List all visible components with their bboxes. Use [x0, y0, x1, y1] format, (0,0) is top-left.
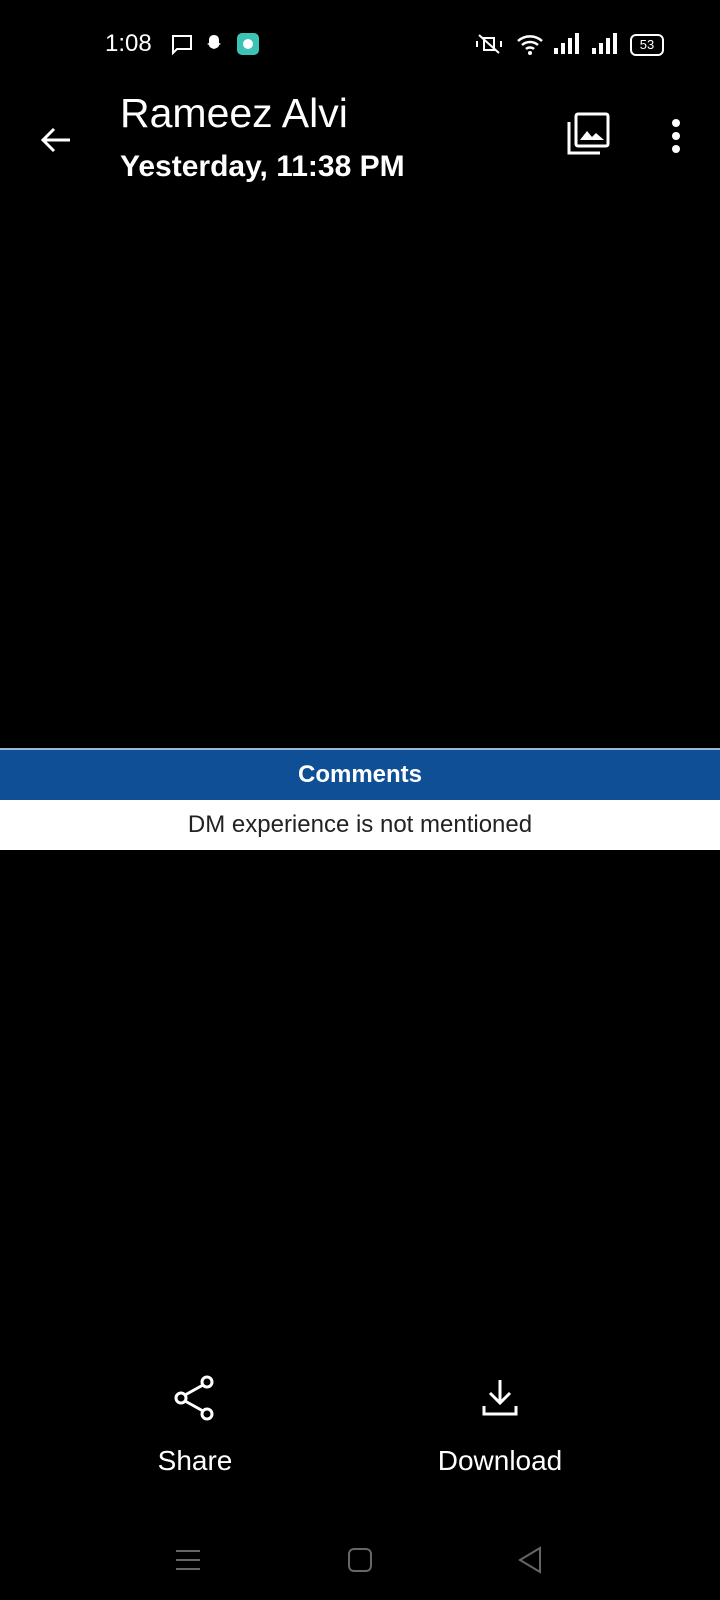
status-bar: 1:08 53 — [0, 0, 720, 90]
gallery-icon — [567, 112, 610, 155]
signal-icon — [592, 33, 617, 54]
bottom-actions: Share Download — [0, 1360, 720, 1500]
menu-icon[interactable] — [170, 1542, 206, 1578]
back-button[interactable] — [32, 116, 80, 164]
wifi-icon — [517, 35, 543, 55]
back-triangle-icon[interactable] — [512, 1542, 548, 1578]
share-label: Share — [157, 1445, 233, 1476]
share-button[interactable]: Share — [95, 1360, 295, 1477]
contact-name: Rameez Alvi — [120, 90, 348, 136]
system-nav-bar — [0, 1520, 720, 1600]
message-icon — [172, 35, 192, 56]
gallery-button[interactable] — [566, 112, 614, 160]
more-options-button[interactable] — [652, 112, 700, 160]
app-icon — [237, 33, 259, 55]
download-icon — [482, 1380, 518, 1416]
table-header: Comments — [0, 748, 720, 800]
arrow-back-icon — [40, 127, 70, 153]
snapchat-icon — [207, 35, 221, 49]
battery-icon: 53 — [630, 34, 664, 56]
status-time: 1:08 — [105, 30, 152, 57]
share-icon — [174, 1375, 214, 1421]
more-vert-icon — [672, 119, 680, 153]
vibrate-off-icon — [476, 34, 502, 54]
image-viewer[interactable]: Comments DM experience is not mentioned — [0, 748, 720, 850]
download-label: Download — [437, 1445, 563, 1476]
message-timestamp: Yesterday, 11:38 PM — [120, 150, 405, 183]
top-app-bar: Rameez Alvi Yesterday, 11:38 PM — [0, 90, 720, 200]
download-button[interactable]: Download — [400, 1360, 600, 1477]
battery-level: 53 — [639, 37, 655, 52]
signal-icon — [554, 33, 579, 54]
table-row: DM experience is not mentioned — [0, 800, 720, 850]
home-icon[interactable] — [342, 1542, 378, 1578]
